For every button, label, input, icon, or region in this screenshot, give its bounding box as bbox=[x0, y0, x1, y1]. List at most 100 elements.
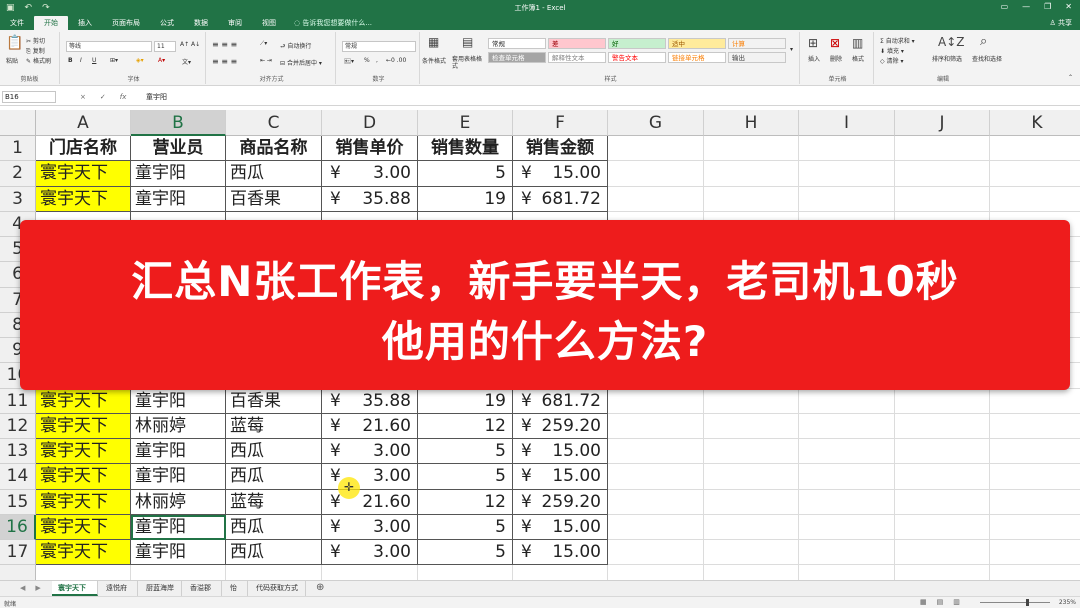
sheet-tab[interactable]: 代码获取方式 bbox=[250, 581, 306, 596]
amount-cell[interactable]: ¥15.00 bbox=[513, 540, 608, 566]
item-cell[interactable]: 西瓜 bbox=[226, 464, 322, 490]
phonetic-icon[interactable]: 文▾ bbox=[182, 57, 191, 66]
store-cell[interactable]: 寰宇天下 bbox=[36, 161, 131, 187]
cell[interactable] bbox=[608, 464, 704, 490]
paste-button[interactable]: 粘贴 bbox=[6, 56, 18, 65]
insert-cells-button[interactable]: 插入 bbox=[808, 54, 820, 63]
price-cell[interactable]: ¥35.88 bbox=[322, 388, 418, 414]
sheet-tab[interactable]: 厨蓝海岸 bbox=[140, 581, 182, 596]
cell[interactable] bbox=[990, 464, 1080, 490]
qty-cell[interactable]: 5 bbox=[418, 540, 513, 566]
price-cell[interactable]: ¥21.60 bbox=[322, 413, 418, 439]
table-header-cell[interactable]: 商品名称 bbox=[226, 136, 322, 162]
font-grow-icon[interactable]: A↑ A↓ bbox=[180, 41, 200, 48]
ribbon-options-icon[interactable]: ▭ bbox=[1001, 2, 1009, 11]
page-break-view-icon[interactable]: ▥ bbox=[953, 598, 960, 606]
orientation-icon[interactable]: ⟋▾ bbox=[260, 40, 267, 48]
paste-icon[interactable]: 📋 bbox=[6, 35, 23, 51]
cell[interactable] bbox=[895, 489, 990, 515]
cell[interactable] bbox=[704, 514, 799, 540]
item-cell[interactable]: 西瓜 bbox=[226, 161, 322, 187]
cell[interactable] bbox=[704, 186, 799, 212]
qty-cell[interactable]: 5 bbox=[418, 439, 513, 465]
enter-icon[interactable]: ✓ bbox=[100, 91, 106, 103]
cell[interactable] bbox=[799, 489, 895, 515]
cell-style-5[interactable]: 检查单元格 bbox=[488, 52, 546, 63]
amount-cell[interactable]: ¥681.72 bbox=[513, 388, 608, 414]
tab-file[interactable]: 文件 bbox=[0, 16, 34, 30]
cell[interactable] bbox=[799, 514, 895, 540]
currency-icon[interactable]: 🖭▾ bbox=[344, 57, 354, 67]
sheet-tab[interactable]: 寰宇天下 bbox=[52, 581, 98, 596]
cell-style-1[interactable]: 差 bbox=[548, 38, 606, 49]
cell-style-2[interactable]: 好 bbox=[608, 38, 666, 49]
qty-cell[interactable]: 12 bbox=[418, 413, 513, 439]
row-header[interactable]: 17 bbox=[0, 540, 36, 566]
price-cell[interactable]: ¥3.00 bbox=[322, 161, 418, 187]
magnifier-icon[interactable]: ⌕ bbox=[980, 34, 987, 49]
cell-style-6[interactable]: 解释性文本 bbox=[548, 52, 606, 63]
row-header[interactable]: 12 bbox=[0, 413, 36, 439]
minimize-icon[interactable]: — bbox=[1022, 2, 1030, 11]
store-cell[interactable]: 寰宇天下 bbox=[36, 489, 131, 515]
clerk-cell[interactable]: 童宇阳 bbox=[131, 514, 226, 540]
qty-cell[interactable]: 19 bbox=[418, 186, 513, 212]
cell-style-0[interactable]: 常规 bbox=[488, 38, 546, 49]
table-header-cell[interactable]: 营业员 bbox=[131, 136, 226, 162]
format-cells-button[interactable]: 格式 bbox=[852, 54, 864, 63]
clear-button[interactable]: ◇ 清除 ▾ bbox=[880, 56, 903, 65]
sort-filter-button[interactable]: 排序和筛选 bbox=[932, 54, 962, 63]
qty-cell[interactable]: 5 bbox=[418, 464, 513, 490]
column-header-j[interactable]: J bbox=[895, 110, 990, 136]
cell[interactable] bbox=[895, 388, 990, 414]
row-header[interactable]: 13 bbox=[0, 439, 36, 465]
cell[interactable] bbox=[608, 161, 704, 187]
cell[interactable] bbox=[704, 489, 799, 515]
row-header[interactable]: 15 bbox=[0, 489, 36, 515]
cell[interactable] bbox=[799, 464, 895, 490]
amount-cell[interactable]: ¥259.20 bbox=[513, 489, 608, 515]
cell[interactable] bbox=[608, 439, 704, 465]
cell[interactable] bbox=[895, 136, 990, 162]
item-cell[interactable]: 百香果 bbox=[226, 388, 322, 414]
close-icon[interactable]: ✕ bbox=[1065, 2, 1072, 11]
sheet-tab[interactable]: 香溢郡 bbox=[184, 581, 222, 596]
store-cell[interactable]: 寰宇天下 bbox=[36, 439, 131, 465]
column-header-f[interactable]: F bbox=[513, 110, 608, 136]
prev-sheet-icon[interactable]: ◀ bbox=[20, 584, 25, 592]
amount-cell[interactable]: ¥259.20 bbox=[513, 413, 608, 439]
sheet-tab[interactable]: 怡园 bbox=[224, 581, 248, 607]
cell-style-8[interactable]: 链接单元格 bbox=[668, 52, 726, 63]
column-header-e[interactable]: E bbox=[418, 110, 513, 136]
row-header[interactable]: 2 bbox=[0, 161, 36, 187]
cell[interactable] bbox=[990, 540, 1080, 566]
cell[interactable] bbox=[895, 439, 990, 465]
table-format-icon[interactable]: ▤ bbox=[462, 35, 473, 49]
italic-button[interactable]: I bbox=[80, 57, 82, 64]
conditional-format-button[interactable]: 条件格式 bbox=[422, 56, 446, 65]
item-cell[interactable]: 百香果 bbox=[226, 186, 322, 212]
top-align-icon[interactable]: ≡ ≡ ≡ bbox=[212, 40, 237, 49]
formula-input[interactable]: 童宇阳 bbox=[146, 91, 167, 103]
name-box[interactable]: B16 bbox=[2, 91, 56, 103]
cell[interactable] bbox=[895, 514, 990, 540]
column-header-a[interactable]: A bbox=[36, 110, 131, 136]
item-cell[interactable]: 西瓜 bbox=[226, 514, 322, 540]
cell[interactable] bbox=[608, 514, 704, 540]
cell[interactable] bbox=[704, 161, 799, 187]
next-sheet-icon[interactable]: ▶ bbox=[35, 584, 40, 592]
left-align-icon[interactable]: ≡ ≡ ≡ bbox=[212, 57, 237, 66]
gallery-scroll-icon[interactable]: ▾ bbox=[790, 46, 793, 53]
store-cell[interactable]: 寰宇天下 bbox=[36, 514, 131, 540]
tab-formulas[interactable]: 公式 bbox=[150, 16, 184, 30]
merge-center-button[interactable]: ⊟ 合并后居中 ▾ bbox=[280, 58, 322, 67]
cell[interactable] bbox=[608, 136, 704, 162]
tab-review[interactable]: 审阅 bbox=[218, 16, 252, 30]
font-color-icon[interactable]: A▾ bbox=[158, 57, 165, 64]
amount-cell[interactable]: ¥15.00 bbox=[513, 161, 608, 187]
column-header-d[interactable]: D bbox=[322, 110, 418, 136]
store-cell[interactable]: 寰宇天下 bbox=[36, 540, 131, 566]
delete-cells-button[interactable]: 删除 bbox=[830, 54, 842, 63]
insert-function-icon[interactable]: fx bbox=[120, 91, 127, 103]
clerk-cell[interactable]: 童宇阳 bbox=[131, 388, 226, 414]
